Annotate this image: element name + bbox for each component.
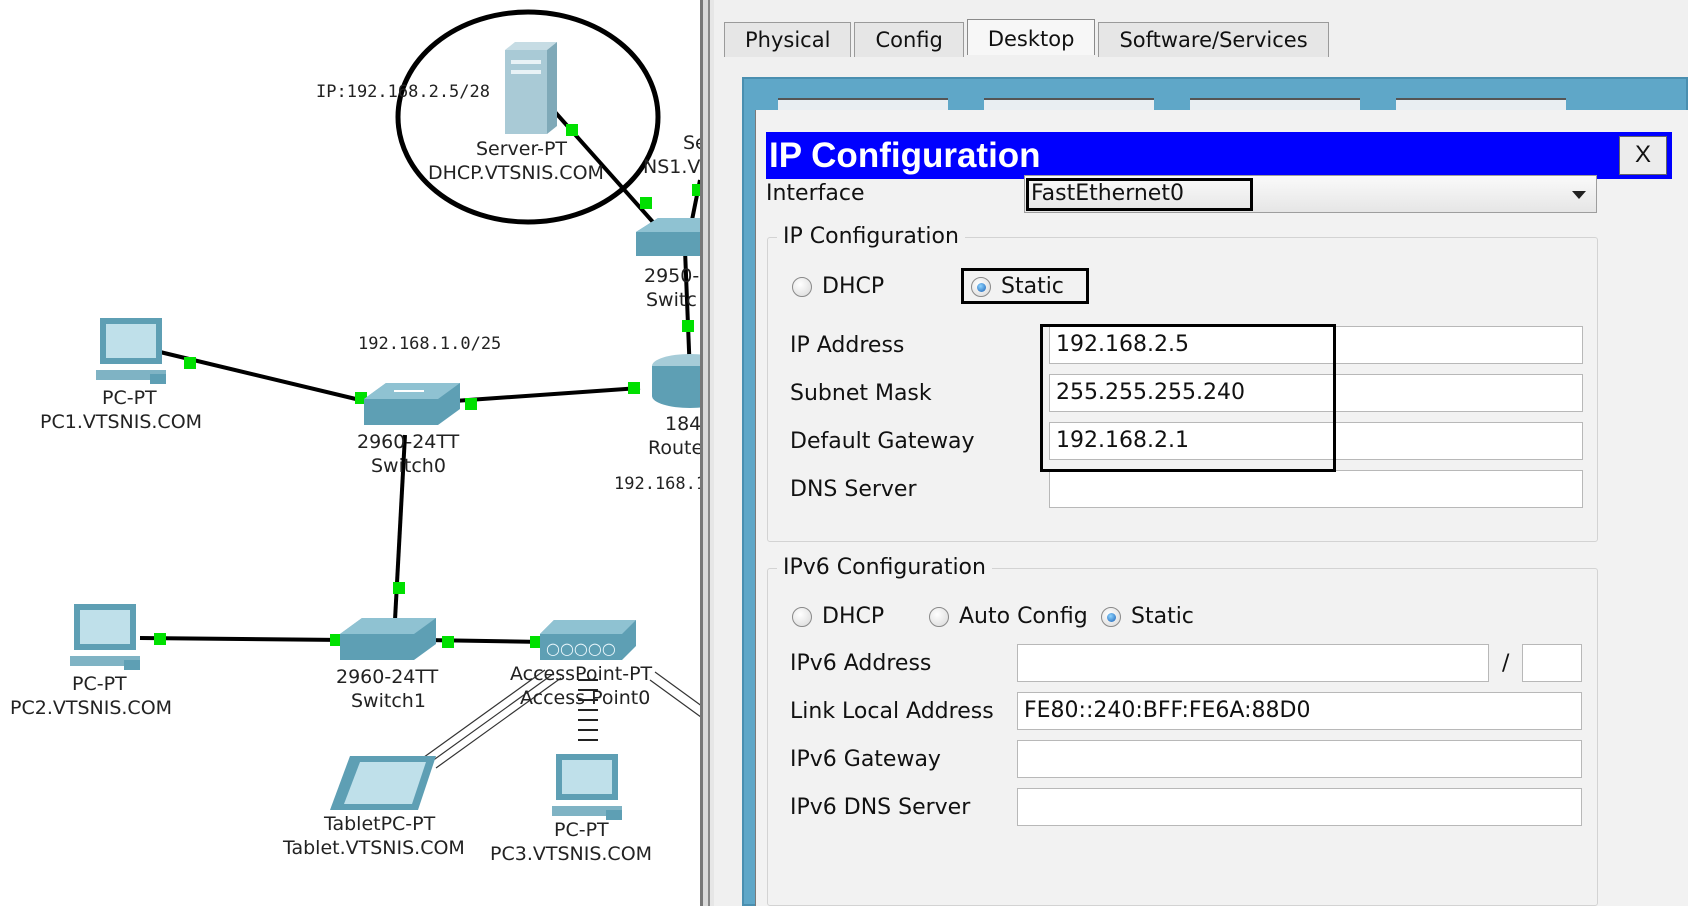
pc2-icon[interactable] [66,602,146,674]
ipv6-dns-server-input[interactable] [1017,788,1582,826]
ipv6-auto-config-radio[interactable] [929,607,949,627]
switch1-icon[interactable] [340,618,436,666]
window-border [700,0,714,906]
tab-bar: Physical Config Desktop Software/Service… [724,19,1332,57]
dns-server-label: DNS Server [790,477,917,502]
ipv6-static-label: Static [1131,604,1194,629]
ap-name-label: Access Point0 [520,687,651,709]
ipv4-dhcp-radio[interactable] [792,277,812,297]
interface-label: Interface [766,181,865,206]
static-highlight [961,268,1089,304]
switch-top-model: 2950- [644,265,700,287]
pc3-name-label: PC3.VTSNIS.COM [490,843,653,865]
switch0-model-label: 2960-24TT [357,431,460,453]
svg-text:○○○○○: ○○○○○ [546,639,616,658]
subnet-mask-label: Subnet Mask [790,381,932,406]
ipv6-address-input[interactable] [1017,644,1489,682]
pc1-name-label: PC1.VTSNIS.COM [40,411,203,433]
switch1-name-label: Switch1 [351,690,426,712]
tab-physical[interactable]: Physical [724,22,852,57]
default-gateway-label: Default Gateway [790,429,975,454]
ipv6-dhcp-radio[interactable] [792,607,812,627]
chevron-down-icon [1572,191,1586,199]
ipv6-group-title: IPv6 Configuration [777,554,992,582]
ipv6-gateway-input[interactable] [1017,740,1582,778]
device-window: Physical Config Desktop Software/Service… [700,0,1688,906]
dialog-title: IP Configuration [769,136,1041,175]
interface-highlight [1026,178,1253,211]
ipv6-auto-config-label: Auto Config [959,604,1088,629]
ipv6-dns-server-label: IPv6 DNS Server [790,795,971,820]
tab-config[interactable]: Config [854,22,964,57]
tablet-type-label: TabletPC-PT [324,813,436,835]
pc2-name-label: PC2.VTSNIS.COM [10,697,173,719]
ipv6-static-radio[interactable] [1101,607,1121,627]
server-type-label: Server-PT [476,138,568,160]
ap-type-label: AccessPoint-PT [510,663,653,685]
server-name-label: DHCP.VTSNIS.COM [428,162,604,184]
pc1-icon[interactable] [92,316,172,388]
switch0-name-label: Switch0 [371,455,446,477]
router-name-label: Route [648,437,704,459]
lan-partial-label: 192.168.1 [614,474,707,494]
tab-software-services[interactable]: Software/Services [1098,22,1329,57]
link-local-label: Link Local Address [790,699,994,724]
ip-address-label: IP Address [790,333,905,358]
switch-top-name: Switc [646,289,697,311]
router-model-label: 184 [665,413,702,435]
ipv4-dhcp-label: DHCP [822,274,885,299]
pc1-type-label: PC-PT [102,387,157,409]
ipv6-address-label: IPv6 Address [790,651,932,676]
ipv6-dhcp-label: DHCP [822,604,885,629]
switch0-icon[interactable] [364,383,460,431]
pc2-type-label: PC-PT [72,673,127,695]
dns-name-label: NS1.V [643,156,701,178]
ip-configuration-dialog: IP Configuration X Interface FastEtherne… [755,110,1688,906]
server-icon[interactable] [497,40,559,136]
link-local-input[interactable]: FE80::240:BFF:FE6A:88D0 [1017,692,1582,730]
dialog-titlebar: IP Configuration X [766,132,1672,179]
switch1-model-label: 2960-24TT [336,666,439,688]
tablet-name-label: Tablet.VTSNIS.COM [283,837,465,859]
pc3-type-label: PC-PT [554,819,609,841]
dns-server-input[interactable] [1049,470,1583,508]
ipv6-prefix-input[interactable] [1522,644,1582,682]
pc3-icon[interactable] [548,752,628,824]
topology-canvas[interactable]: IP:192.168.2.5/28 Server-PT DHCP.VTSNIS.… [0,0,715,906]
access-point-icon[interactable]: ○○○○○ [540,620,636,666]
ipv6-gateway-label: IPv6 Gateway [790,747,941,772]
close-button[interactable]: X [1619,136,1667,175]
server-ip-note: IP:192.168.2.5/28 [316,82,490,102]
lan1-label: 192.168.1.0/25 [358,334,502,354]
tablet-icon[interactable] [330,752,440,814]
address-highlight [1040,324,1336,472]
ipv4-group-title: IP Configuration [777,223,965,251]
tab-desktop[interactable]: Desktop [966,19,1096,55]
prefix-separator: / [1502,651,1510,676]
